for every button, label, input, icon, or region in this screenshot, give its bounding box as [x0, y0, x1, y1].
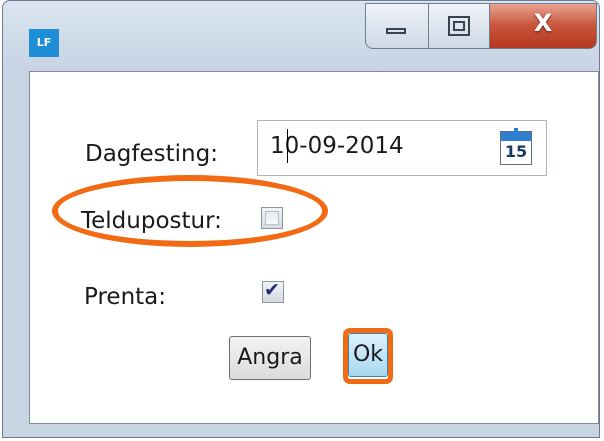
calendar-icon[interactable]: 15: [500, 128, 532, 165]
highlight-ok-ring: [343, 328, 393, 384]
minimize-button[interactable]: [365, 3, 429, 49]
maximize-button[interactable]: [428, 3, 490, 49]
calendar-icon-header: [501, 128, 531, 141]
close-button[interactable]: X: [489, 3, 597, 49]
date-label: Dagfesting:: [85, 141, 218, 167]
app-logo-icon: LF: [29, 29, 59, 57]
print-checkbox[interactable]: ✔: [262, 279, 284, 303]
minimize-icon: [386, 28, 406, 34]
highlight-ellipse: [52, 175, 328, 247]
title-bar[interactable]: LF X: [3, 1, 599, 71]
cancel-button[interactable]: Angra: [229, 336, 311, 380]
date-picker-input[interactable]: 10-09-2014 15: [257, 120, 547, 176]
date-value[interactable]: 10-09-2014: [270, 133, 404, 159]
checkmark-icon: ✔: [264, 279, 280, 301]
calendar-day-number: 15: [504, 142, 528, 161]
caption-buttons: X: [365, 3, 597, 51]
text-caret: [287, 129, 288, 163]
maximize-icon: [448, 16, 470, 36]
print-label: Prenta:: [84, 284, 167, 310]
close-icon: X: [533, 9, 553, 37]
